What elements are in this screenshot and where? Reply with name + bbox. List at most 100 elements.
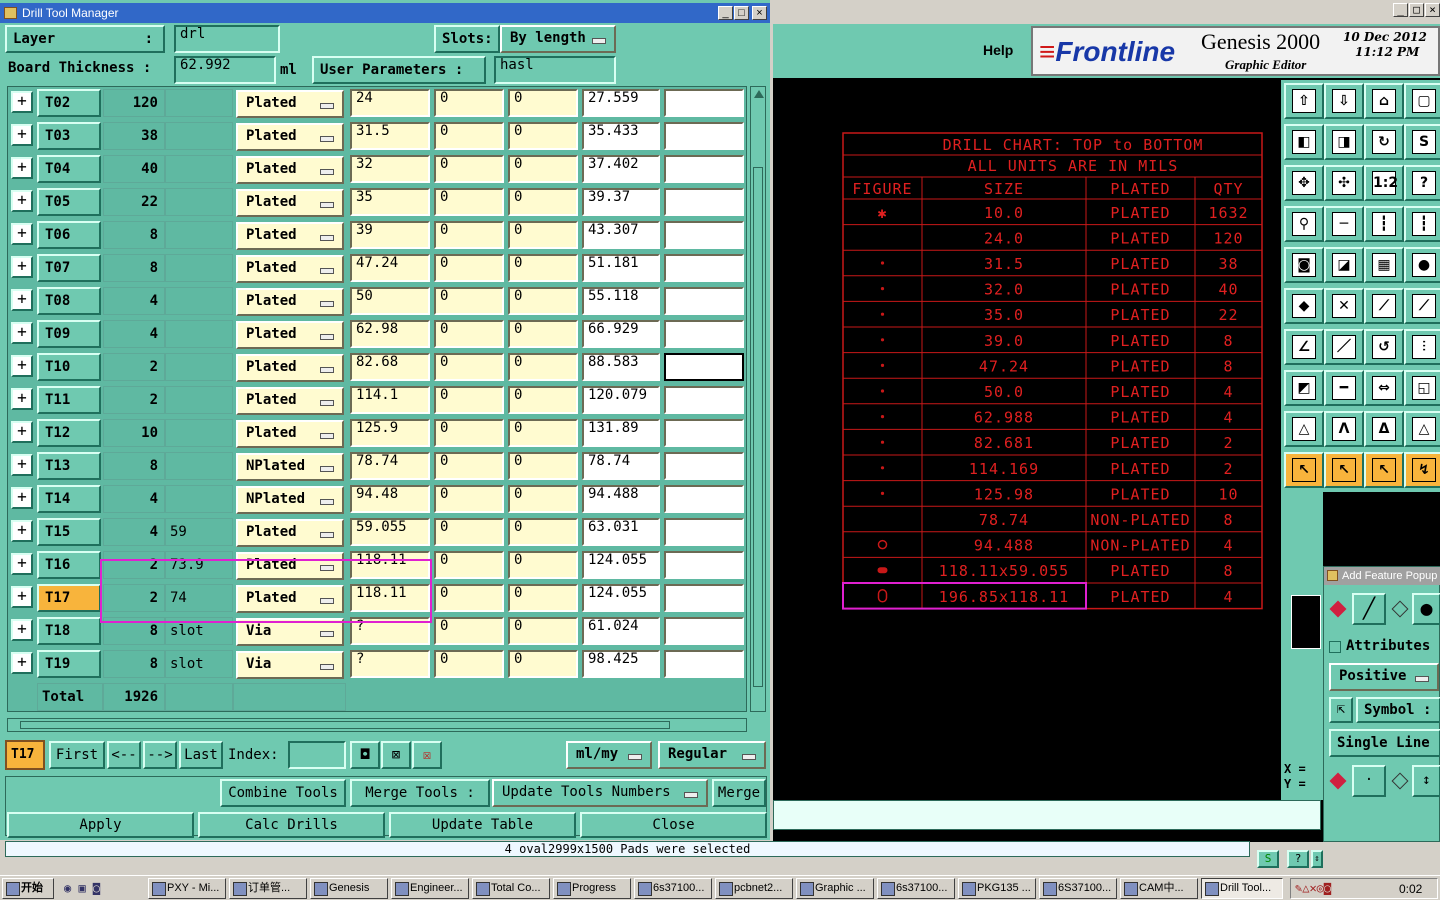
layers-alt-icon[interactable]: ┇ (1404, 206, 1440, 242)
tool-param1-field[interactable]: 0 (434, 584, 504, 612)
tool-param1-field[interactable]: 0 (434, 518, 504, 546)
taskbar-item[interactable]: 6s37100... (634, 878, 712, 899)
tool-param1-field[interactable]: 0 (434, 122, 504, 150)
tool-size-field[interactable]: 59.055 (350, 518, 430, 546)
undo-icon[interactable]: ↻ (1364, 124, 1404, 160)
board-thickness-field[interactable]: 62.992 (174, 56, 276, 84)
tool-name[interactable]: T12 (37, 419, 101, 447)
scroll-up-arrow[interactable] (754, 90, 764, 98)
diamond-icon[interactable] (1329, 600, 1347, 618)
tool-finish-field[interactable]: 78.74 (582, 452, 660, 480)
pad-tool-icon[interactable]: ● (1412, 593, 1440, 625)
start-button[interactable]: 开始 (2, 878, 54, 899)
taskbar-item[interactable]: 6S37100... (1039, 878, 1117, 899)
tool-name[interactable]: T19 (37, 650, 101, 678)
angle-icon[interactable]: ∠ (1284, 329, 1324, 365)
tool-extra-field[interactable] (664, 419, 744, 447)
next-button[interactable]: --> (143, 741, 177, 769)
tool-param1-field[interactable]: 0 (434, 650, 504, 678)
tool-name[interactable]: T09 (37, 320, 101, 348)
tool-name[interactable]: T08 (37, 287, 101, 315)
tool-size-field[interactable]: 125.9 (350, 419, 430, 447)
tool-param1-field[interactable]: 0 (434, 551, 504, 579)
tool-param1-field[interactable]: 0 (434, 89, 504, 117)
tool-param2-field[interactable]: 0 (508, 287, 578, 315)
tool-type-select[interactable]: NPlated (236, 486, 344, 514)
tool-finish-field[interactable]: 124.055 (582, 551, 660, 579)
tool-param2-field[interactable]: 0 (508, 419, 578, 447)
tool-extra-field[interactable] (664, 188, 744, 216)
expand-icon[interactable]: + (11, 553, 33, 575)
tool-name[interactable]: T11 (37, 386, 101, 414)
tool-param2-field[interactable]: 0 (508, 188, 578, 216)
expand-icon[interactable]: + (11, 124, 33, 146)
tool-extra-field[interactable] (664, 650, 744, 678)
s-icon[interactable]: S (1257, 850, 1279, 868)
spin-icon[interactable]: ⇕ (1311, 850, 1323, 868)
tool-name[interactable]: T15 (37, 518, 101, 546)
taskbar-item[interactable]: PXY - Mi... (148, 878, 226, 899)
expand-icon[interactable]: + (11, 586, 33, 608)
taskbar-item[interactable]: Total Co... (472, 878, 550, 899)
taskbar-item[interactable]: Engineer... (391, 878, 469, 899)
tool-type-select[interactable]: Plated (236, 90, 344, 118)
index-field[interactable] (288, 741, 346, 769)
tool-extra-field[interactable] (664, 287, 744, 315)
taskbar-item[interactable]: Genesis (310, 878, 388, 899)
tool-param1-field[interactable]: 0 (434, 287, 504, 315)
taskbar-item[interactable]: PKG135 ... (958, 878, 1036, 899)
tool-finish-field[interactable]: 35.433 (582, 122, 660, 150)
tool-name[interactable]: T10 (37, 353, 101, 381)
tool-name[interactable]: T16 (37, 551, 101, 579)
tool-type-select[interactable]: Plated (236, 255, 344, 283)
maximize-button[interactable]: □ (734, 6, 749, 20)
expand-icon[interactable]: + (11, 91, 33, 113)
taskbar-item[interactable]: Graphic ... (796, 878, 874, 899)
tool-param2-field[interactable]: 0 (508, 386, 578, 414)
taskbar-item[interactable]: pcbnet2... (715, 878, 793, 899)
prev-button[interactable]: <-- (107, 741, 141, 769)
tool-param2-field[interactable]: 0 (508, 452, 578, 480)
tool-type-select[interactable]: Via (236, 651, 344, 679)
snap-icon[interactable]: S (1404, 124, 1440, 160)
center-icon[interactable]: ✣ (1324, 165, 1364, 201)
tool-type-select[interactable]: Plated (236, 222, 344, 250)
tool-finish-field[interactable]: 61.024 (582, 617, 660, 645)
tool-param1-field[interactable]: 0 (434, 386, 504, 414)
tool-name[interactable]: T18 (37, 617, 101, 645)
delete-icon[interactable]: ☒ (412, 741, 442, 769)
tool-name[interactable]: T07 (37, 254, 101, 282)
zoom-right-icon[interactable]: ◨ (1324, 124, 1364, 160)
tool-extra-field[interactable] (664, 254, 744, 282)
tool-param1-field[interactable]: 0 (434, 485, 504, 513)
tools-icon[interactable]: ⚲ (1284, 206, 1324, 242)
polarity-select[interactable]: Positive (1329, 663, 1439, 691)
tool-finish-field[interactable]: 120.079 (582, 386, 660, 414)
tool-param1-field[interactable]: 0 (434, 353, 504, 381)
tool-size-field[interactable]: 31.5 (350, 122, 430, 150)
slash-icon[interactable]: ／ (1324, 329, 1364, 365)
tool-param2-field[interactable]: 0 (508, 584, 578, 612)
pointer-icon[interactable]: ↖ (1284, 452, 1324, 488)
expand-icon[interactable]: + (11, 289, 33, 311)
tool-finish-field[interactable]: 55.118 (582, 287, 660, 315)
tool-param2-field[interactable]: 0 (508, 617, 578, 645)
tool-name[interactable]: T14 (37, 485, 101, 513)
resize-icon[interactable]: ↕ (1412, 765, 1440, 797)
filter-icon[interactable]: ⊠ (381, 741, 411, 769)
tool-type-select[interactable]: Plated (236, 420, 344, 448)
tool-extra-field[interactable] (664, 320, 744, 348)
expand-icon[interactable]: + (11, 652, 33, 674)
layers-icon[interactable]: ┇ (1364, 206, 1404, 242)
tool-type-select[interactable]: Plated (236, 288, 344, 316)
tool-finish-field[interactable]: 88.583 (582, 353, 660, 381)
expand-icon[interactable]: + (11, 157, 33, 179)
tool-type-select[interactable]: Plated (236, 387, 344, 415)
pan-icon[interactable]: ✥ (1284, 165, 1324, 201)
genesis-close[interactable]: × (1425, 3, 1440, 17)
tool-finish-field[interactable]: 37.402 (582, 155, 660, 183)
taskbar-item[interactable]: Progress (553, 878, 631, 899)
tool-finish-field[interactable]: 98.425 (582, 650, 660, 678)
pointer-alt-icon[interactable]: ↖ (1324, 452, 1364, 488)
tool-param1-field[interactable]: 0 (434, 452, 504, 480)
